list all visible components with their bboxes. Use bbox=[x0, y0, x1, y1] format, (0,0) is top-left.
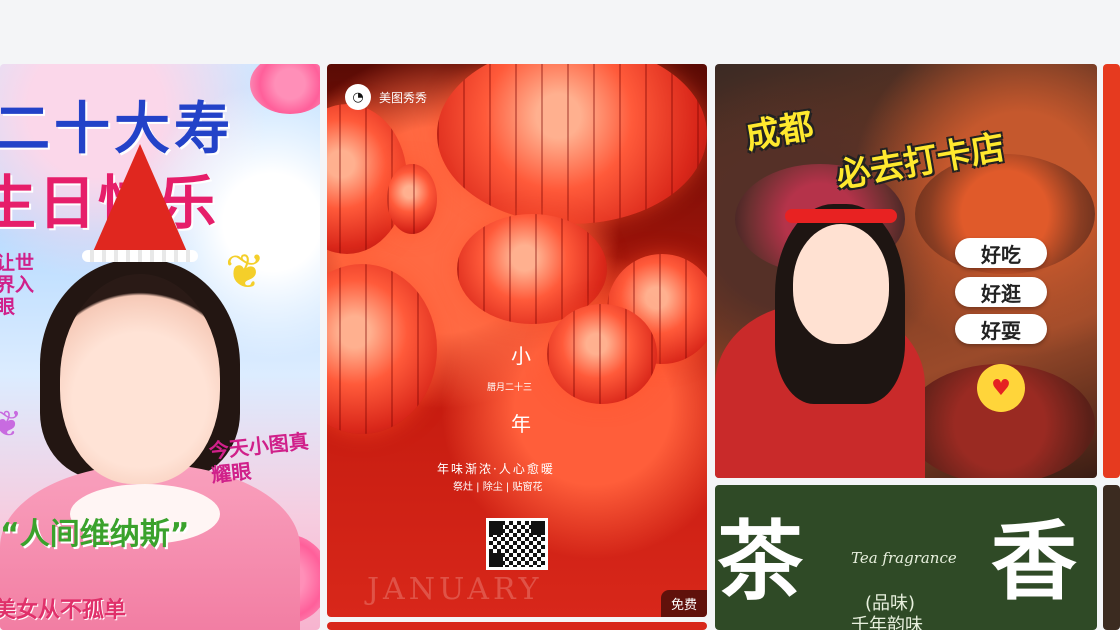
tea-char-right: 香 bbox=[991, 511, 1077, 612]
tea-char-left: 茶 bbox=[717, 511, 803, 612]
lantern bbox=[437, 64, 707, 224]
tea-english: Tea fragrance bbox=[851, 549, 957, 567]
free-badge: 免费 bbox=[660, 590, 707, 617]
template-card-partial[interactable] bbox=[1103, 64, 1120, 478]
party-hat bbox=[92, 144, 188, 254]
template-card-partial[interactable] bbox=[327, 622, 707, 630]
food-tag-pill: 好逛 bbox=[955, 277, 1047, 307]
template-card-food[interactable]: 成都 必去打卡店 好吃 好逛 好耍 ♥ bbox=[715, 64, 1097, 478]
tea-line: 千年韵味 bbox=[851, 615, 923, 630]
lantern-date: 腊月二十三 bbox=[487, 383, 533, 393]
top-bar bbox=[0, 0, 1120, 64]
rose-decoration bbox=[250, 64, 320, 114]
food-tag-pill: 好吃 bbox=[955, 238, 1047, 268]
food-title-city: 成都 bbox=[742, 106, 817, 158]
template-card-tea[interactable]: 茶 香 Tea fragrance (品味) 千年韵味 bbox=[715, 485, 1097, 630]
template-card-partial[interactable] bbox=[1103, 485, 1120, 630]
butterfly-icon: ❦ bbox=[225, 244, 266, 300]
birthday-side-right: 今天小图真耀眼 bbox=[207, 428, 310, 488]
lantern bbox=[387, 164, 437, 234]
birthday-side-text: 让世界入眼 bbox=[0, 252, 35, 318]
party-hat-band bbox=[82, 250, 198, 262]
meitu-logo-icon: ◔ bbox=[345, 84, 371, 110]
lantern-title-char1: 小 bbox=[511, 344, 531, 368]
qr-code-icon bbox=[486, 518, 548, 570]
lantern-slogan: 年味渐浓·人心愈暖 bbox=[437, 462, 555, 476]
birthday-bottom-text: 美女从不孤单 bbox=[0, 598, 127, 623]
template-card-birthday[interactable]: 二十大寿 生日快乐 ❦ ❦ 让世界入眼 今天小图真耀眼 “人间维纳斯” 美女从不… bbox=[0, 64, 320, 630]
lantern-title-char2: 年 bbox=[511, 412, 531, 436]
girl-headband bbox=[785, 209, 897, 223]
heart-hand-icon: ♥ bbox=[977, 364, 1025, 412]
food-tag-pill: 好耍 bbox=[955, 314, 1047, 344]
lantern-watermark: JANUARY bbox=[367, 572, 543, 607]
birthday-quote: “人间维纳斯” bbox=[0, 517, 190, 552]
butterfly-icon: ❦ bbox=[0, 404, 23, 445]
girl-face bbox=[793, 224, 889, 344]
lantern-subline: 祭灶 | 除尘 | 贴窗花 bbox=[453, 482, 543, 493]
brand-badge: ◔ 美图秀秀 bbox=[345, 84, 427, 110]
lantern bbox=[547, 304, 657, 404]
lantern bbox=[327, 264, 437, 434]
brand-name: 美图秀秀 bbox=[379, 90, 428, 105]
template-card-lantern[interactable]: ◔ 美图秀秀 小 腊月二十三 年 年味渐浓·人心愈暖 祭灶 | 除尘 | 贴窗花… bbox=[327, 64, 707, 617]
girl-face bbox=[60, 274, 220, 484]
